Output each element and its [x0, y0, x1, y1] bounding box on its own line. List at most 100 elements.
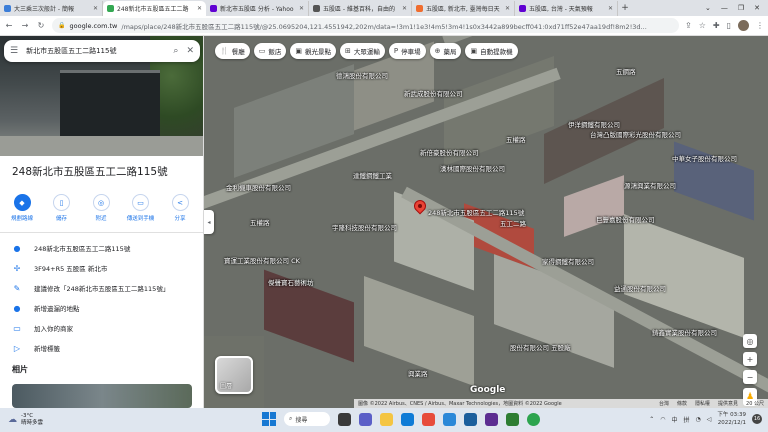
- info-row[interactable]: ✢ 3F94+R5 五股區 新北市: [0, 258, 203, 278]
- action-button[interactable]: ▭ 傳送到手機: [125, 194, 157, 222]
- info-row[interactable]: ▷ 新增標籤: [0, 338, 203, 358]
- reload-icon[interactable]: ↻: [36, 21, 46, 30]
- browser-tab[interactable]: 大三乘三次般計 - 簡報 ✕: [0, 1, 103, 16]
- map-label[interactable]: 五權路: [506, 134, 526, 144]
- tab-close-icon[interactable]: ✕: [608, 5, 613, 12]
- map-label[interactable]: 興業路: [408, 368, 428, 378]
- app-icon[interactable]: [506, 412, 519, 426]
- map-label[interactable]: 家得鋼鐵有限公司: [542, 256, 594, 266]
- tab-close-icon[interactable]: ✕: [93, 5, 98, 12]
- task-view-icon[interactable]: [338, 412, 351, 426]
- scale-bar-label[interactable]: 20 公尺: [746, 400, 764, 407]
- map-label[interactable]: 股份有限公司 五股廠: [510, 342, 571, 352]
- map-chip[interactable]: P 停車場: [388, 43, 426, 59]
- attribution-link-feedback[interactable]: 提供意見: [718, 400, 738, 407]
- sidepanel-icon[interactable]: ▯: [727, 21, 731, 30]
- chat-icon[interactable]: [359, 412, 372, 426]
- action-button[interactable]: < 分享: [164, 194, 196, 222]
- new-tab-button[interactable]: +: [618, 3, 632, 13]
- photos-thumbnail[interactable]: [12, 384, 192, 408]
- start-button[interactable]: [262, 412, 276, 426]
- teams-icon[interactable]: [485, 412, 498, 426]
- map-label[interactable]: 漢林國際股份有限公司: [440, 163, 505, 173]
- browser-tab[interactable]: 新北市五股區 分析 - Yahoo ✕: [206, 1, 309, 16]
- map-label[interactable]: 中華女子股份有限公司: [672, 153, 737, 163]
- forward-icon[interactable]: →: [20, 21, 30, 30]
- tab-close-icon[interactable]: ✕: [505, 5, 510, 12]
- weather-widget[interactable]: ☁ -3°C 晴時多雲: [0, 413, 140, 427]
- attribution-link-terms[interactable]: 條款: [677, 400, 687, 407]
- browser-tab[interactable]: 五股區 - 維基百科，自由的 ✕: [309, 1, 412, 16]
- info-row[interactable]: ▭ 加入你的商家: [0, 318, 203, 338]
- search-icon[interactable]: ⌕: [173, 46, 178, 56]
- map-chip[interactable]: ▭ 飯店: [253, 43, 287, 59]
- map-label[interactable]: 源鴻興業有限公司: [624, 180, 676, 190]
- action-button[interactable]: ▯ 儲存: [46, 194, 78, 222]
- url-field[interactable]: 🔒 google.com.tw /maps/place/248新北市五股區五工二…: [52, 18, 680, 33]
- mail-icon[interactable]: [464, 412, 477, 426]
- tab-close-icon[interactable]: ✕: [197, 5, 202, 12]
- close-window-button[interactable]: ✕: [754, 4, 760, 12]
- map-label[interactable]: 台灣凸版國際彩光股份有限公司: [590, 129, 681, 139]
- map-label[interactable]: 德鴻股份有限公司: [336, 70, 388, 80]
- menu-icon[interactable]: ☰: [10, 46, 18, 56]
- browser-tab[interactable]: 五股區, 新北市, 臺灣每日天 ✕: [412, 1, 515, 16]
- layers-toggle-button[interactable]: 圖層: [215, 356, 253, 394]
- store-icon[interactable]: [443, 412, 456, 426]
- tray-overflow-icon[interactable]: ⌃: [649, 416, 654, 423]
- back-icon[interactable]: ←: [4, 21, 14, 30]
- map-chip[interactable]: ⊞ 大眾運輸: [339, 43, 385, 59]
- info-row[interactable]: ● 新增遺漏的地點: [0, 298, 203, 318]
- attribution-link-region[interactable]: 台灣: [659, 400, 669, 407]
- notification-badge[interactable]: 16: [752, 414, 762, 424]
- map-label[interactable]: 達鐵鋼鐵工業: [353, 170, 392, 180]
- map-label[interactable]: 新倍豪股份有限公司: [420, 147, 479, 157]
- map-label[interactable]: 金利機車股份有限公司: [226, 182, 291, 192]
- map-label[interactable]: 五工二路: [500, 218, 526, 228]
- tab-close-icon[interactable]: ✕: [299, 5, 304, 12]
- map-chip[interactable]: ▣ 觀光景點: [290, 43, 336, 59]
- map-chip[interactable]: 🍴 餐廳: [215, 43, 250, 59]
- collapse-sidebar-button[interactable]: ◂: [204, 210, 214, 234]
- search-input[interactable]: 新北市五股區五工二路115號: [26, 46, 165, 56]
- map-label[interactable]: 傑聲寶石藝術坊: [268, 277, 314, 287]
- clock[interactable]: 下午 03:39 2022/12/1: [717, 411, 746, 427]
- minimize-button[interactable]: —: [721, 4, 728, 12]
- map-label[interactable]: 新武成股份有限公司: [404, 88, 463, 98]
- action-button[interactable]: ◆ 規劃路線: [6, 194, 38, 222]
- tab-close-icon[interactable]: ✕: [402, 5, 407, 12]
- file-explorer-icon[interactable]: [380, 412, 393, 426]
- attribution-link-privacy[interactable]: 隱私權: [695, 400, 710, 407]
- maximize-button[interactable]: ❐: [738, 4, 744, 12]
- info-row[interactable]: ✎ 建議修改「248新北市五股區五工二路115號」: [0, 278, 203, 298]
- bookmark-star-icon[interactable]: ☆: [699, 21, 706, 30]
- edge-icon[interactable]: [401, 412, 414, 426]
- map-label[interactable]: 248新北市五股區五工二路115號: [428, 207, 524, 217]
- map-label[interactable]: 宇隆科技股份有限公司: [332, 222, 397, 232]
- office-icon[interactable]: [422, 412, 435, 426]
- info-row[interactable]: ● 248新北市五股區五工二路115號: [0, 238, 203, 258]
- map-label[interactable]: 益通股份有限公司: [614, 283, 666, 293]
- map-label[interactable]: 巨豐嘉股份有限公司: [596, 214, 655, 224]
- share-page-icon[interactable]: ⇪: [685, 21, 692, 30]
- volume-icon[interactable]: ◁: [707, 416, 712, 423]
- taskbar-search[interactable]: ⌕ 搜尋: [284, 412, 330, 426]
- map-label[interactable]: 鋳鑫實業股份有限公司: [652, 327, 717, 337]
- zoom-in-button[interactable]: +: [743, 352, 757, 366]
- browser-tab[interactable]: 五股區, 台灣 - 天氣預報 ✕: [515, 1, 618, 16]
- map-chip[interactable]: ▣ 自動提款機: [465, 43, 518, 59]
- browser-menu-icon[interactable]: ⋮: [756, 21, 764, 30]
- network-icon[interactable]: ◠: [660, 416, 665, 423]
- map-label[interactable]: 伊洋鋼鐵有限公司: [568, 119, 620, 129]
- action-button[interactable]: ◎ 附近: [85, 194, 117, 222]
- ime-lang[interactable]: 中: [671, 415, 677, 424]
- close-icon[interactable]: ✕: [186, 46, 194, 56]
- ime-mode[interactable]: 拼: [684, 415, 690, 424]
- browser-tab[interactable]: 248新北市五股區五工二路 ✕: [103, 1, 206, 16]
- map-label[interactable]: 五鋼路: [616, 66, 636, 76]
- place-pin-marker[interactable]: [411, 197, 429, 216]
- zoom-out-button[interactable]: −: [743, 370, 757, 384]
- map-label[interactable]: 五權路: [250, 217, 270, 227]
- satellite-map[interactable]: [204, 36, 768, 408]
- my-location-icon[interactable]: ◎: [743, 334, 757, 348]
